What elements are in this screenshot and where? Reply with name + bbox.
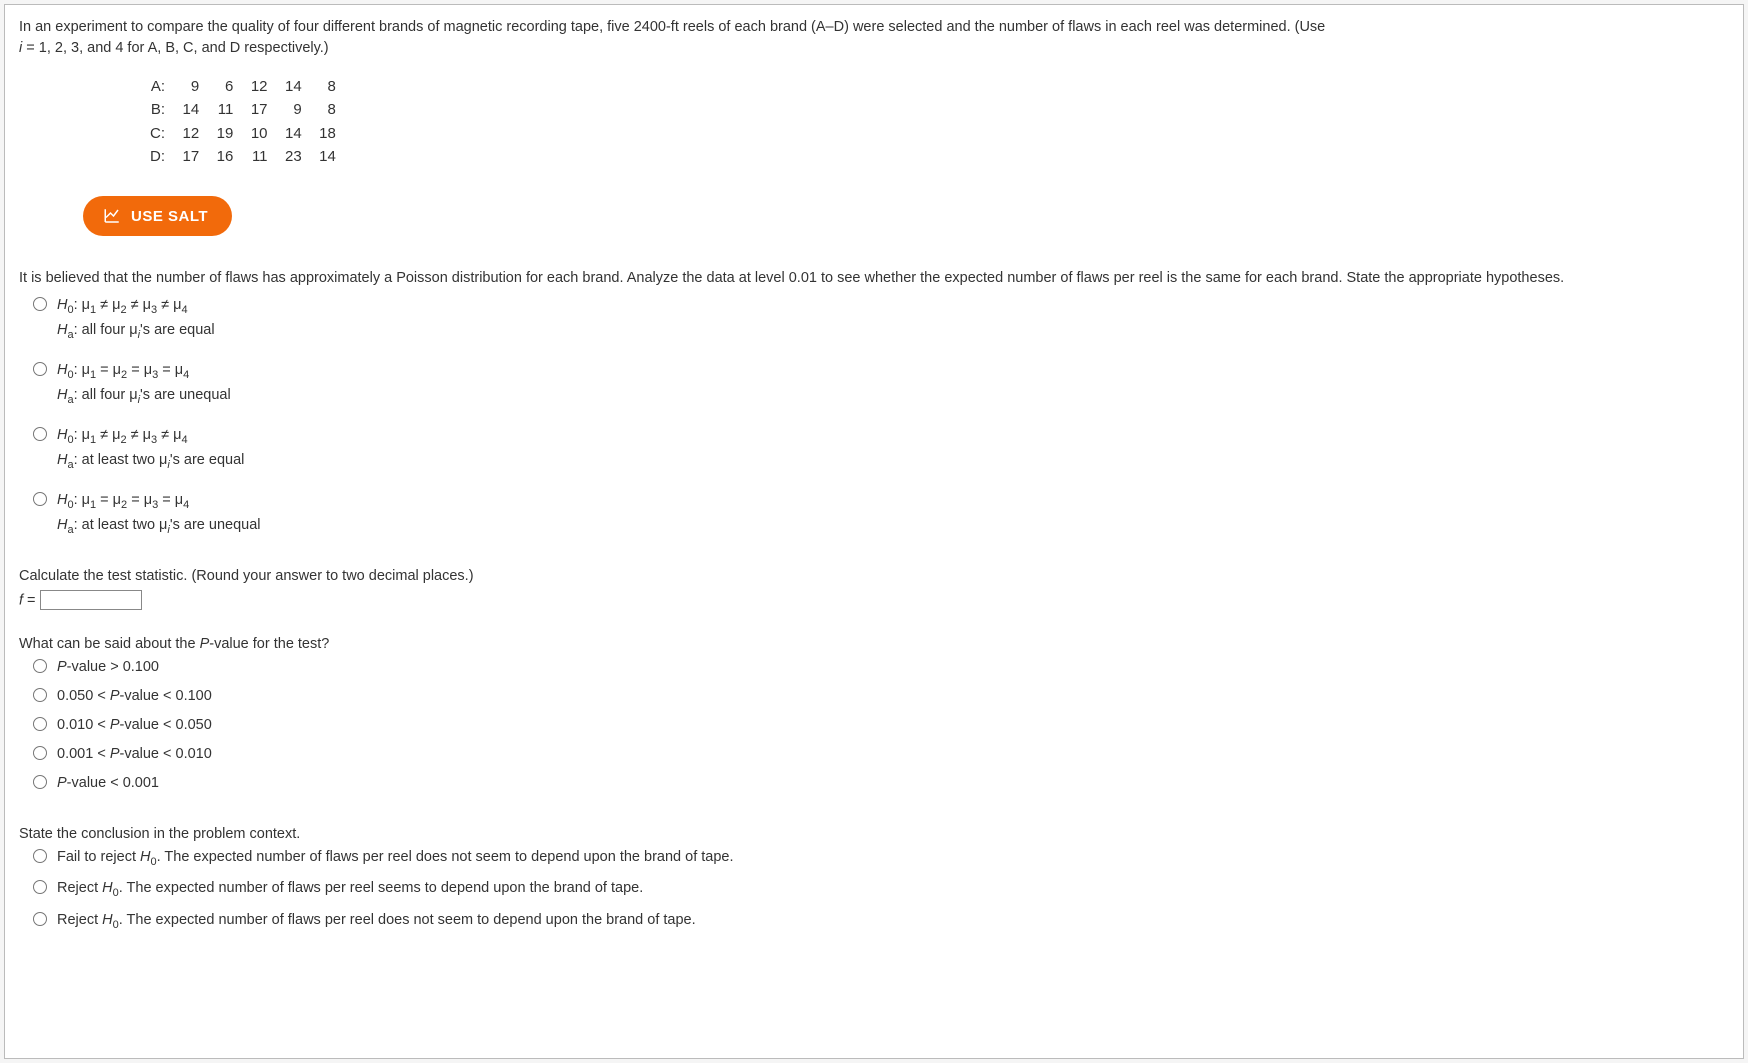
use-salt-label: USE SALT <box>131 208 208 225</box>
radio-input[interactable] <box>33 688 47 702</box>
radio-input[interactable] <box>33 717 47 731</box>
table-row: B: 14 11 17 9 8 <box>139 98 1729 121</box>
cell: 19 <box>203 122 233 145</box>
equals-sign: = <box>23 592 40 608</box>
belief-text: It is believed that the number of flaws … <box>19 268 1729 290</box>
cell: 14 <box>169 98 199 121</box>
pvalue-option-3[interactable]: 0.010 < P-value < 0.050 <box>33 714 1729 737</box>
cell: 8 <box>306 98 336 121</box>
row-label: C: <box>139 122 165 145</box>
row-label: B: <box>139 98 165 121</box>
option-text: H0: μ1 = μ2 = μ3 = μ4 Ha: all four μi's … <box>57 359 231 410</box>
conclusion-prompt: State the conclusion in the problem cont… <box>19 826 1729 842</box>
question-page: In an experiment to compare the quality … <box>4 4 1744 1059</box>
cell: 14 <box>272 75 302 98</box>
radio-input[interactable] <box>33 362 47 376</box>
use-salt-button[interactable]: USE SALT <box>83 196 232 236</box>
row-label: A: <box>139 75 165 98</box>
table-row: D: 17 16 11 23 14 <box>139 145 1729 168</box>
conclusion-option-2[interactable]: Reject H0. The expected number of flaws … <box>33 877 1729 902</box>
pvalue-option-1[interactable]: P-value > 0.100 <box>33 656 1729 679</box>
option-text: 0.050 < P-value < 0.100 <box>57 685 212 708</box>
cell: 8 <box>306 75 336 98</box>
radio-input[interactable] <box>33 659 47 673</box>
conclusion-option-3[interactable]: Reject H0. The expected number of flaws … <box>33 909 1729 934</box>
radio-input[interactable] <box>33 775 47 789</box>
cell: 17 <box>238 98 268 121</box>
cell: 18 <box>306 122 336 145</box>
option-text: P-value < 0.001 <box>57 772 159 795</box>
hypothesis-options: H0: μ1 ≠ μ2 ≠ μ3 ≠ μ4 Ha: all four μi's … <box>33 294 1729 540</box>
cell: 12 <box>238 75 268 98</box>
row-label: D: <box>139 145 165 168</box>
table-row: A: 9 6 12 14 8 <box>139 75 1729 98</box>
radio-input[interactable] <box>33 849 47 863</box>
cell: 17 <box>169 145 199 168</box>
pvalue-option-5[interactable]: P-value < 0.001 <box>33 772 1729 795</box>
pvalue-options: P-value > 0.100 0.050 < P-value < 0.100 … <box>33 656 1729 796</box>
teststat-input[interactable] <box>40 590 142 610</box>
option-text: P-value > 0.100 <box>57 656 159 679</box>
cell: 9 <box>169 75 199 98</box>
intro-text: In an experiment to compare the quality … <box>19 17 1729 59</box>
option-text: H0: μ1 ≠ μ2 ≠ μ3 ≠ μ4 Ha: at least two μ… <box>57 424 244 475</box>
cell: 14 <box>306 145 336 168</box>
table-row: C: 12 19 10 14 18 <box>139 122 1729 145</box>
cell: 10 <box>238 122 268 145</box>
cell: 6 <box>203 75 233 98</box>
hypothesis-option-2[interactable]: H0: μ1 = μ2 = μ3 = μ4 Ha: all four μi's … <box>33 359 1729 410</box>
radio-input[interactable] <box>33 912 47 926</box>
cell: 11 <box>203 98 233 121</box>
radio-input[interactable] <box>33 492 47 506</box>
hypothesis-option-3[interactable]: H0: μ1 ≠ μ2 ≠ μ3 ≠ μ4 Ha: at least two μ… <box>33 424 1729 475</box>
pvalue-prompt: What can be said about the P-value for t… <box>19 636 1729 652</box>
cell: 23 <box>272 145 302 168</box>
option-text: H0: μ1 = μ2 = μ3 = μ4 Ha: at least two μ… <box>57 489 261 540</box>
cell: 16 <box>203 145 233 168</box>
hypothesis-option-1[interactable]: H0: μ1 ≠ μ2 ≠ μ3 ≠ μ4 Ha: all four μi's … <box>33 294 1729 345</box>
radio-input[interactable] <box>33 880 47 894</box>
option-text: Fail to reject H0. The expected number o… <box>57 846 734 871</box>
option-text: H0: μ1 ≠ μ2 ≠ μ3 ≠ μ4 Ha: all four μi's … <box>57 294 215 345</box>
pvalue-block: What can be said about the P-value for t… <box>19 636 1729 796</box>
pvalue-option-2[interactable]: 0.050 < P-value < 0.100 <box>33 685 1729 708</box>
radio-input[interactable] <box>33 427 47 441</box>
teststat-input-row: f = <box>19 590 1729 610</box>
radio-input[interactable] <box>33 297 47 311</box>
radio-input[interactable] <box>33 746 47 760</box>
cell: 14 <box>272 122 302 145</box>
option-text: 0.010 < P-value < 0.050 <box>57 714 212 737</box>
teststat-block: Calculate the test statistic. (Round you… <box>19 568 1729 610</box>
hypothesis-option-4[interactable]: H0: μ1 = μ2 = μ3 = μ4 Ha: at least two μ… <box>33 489 1729 540</box>
intro-line1: In an experiment to compare the quality … <box>19 19 1325 35</box>
intro-line2: = 1, 2, 3, and 4 for A, B, C, and D resp… <box>22 40 328 56</box>
conclusion-options: Fail to reject H0. The expected number o… <box>33 846 1729 934</box>
conclusion-block: State the conclusion in the problem cont… <box>19 826 1729 934</box>
pvalue-option-4[interactable]: 0.001 < P-value < 0.010 <box>33 743 1729 766</box>
option-text: 0.001 < P-value < 0.010 <box>57 743 212 766</box>
cell: 9 <box>272 98 302 121</box>
option-text: Reject H0. The expected number of flaws … <box>57 909 696 934</box>
conclusion-option-1[interactable]: Fail to reject H0. The expected number o… <box>33 846 1729 871</box>
cell: 12 <box>169 122 199 145</box>
data-table: A: 9 6 12 14 8 B: 14 11 17 9 8 C: 12 19 … <box>139 75 1729 168</box>
option-text: Reject H0. The expected number of flaws … <box>57 877 643 902</box>
chart-icon <box>103 207 121 225</box>
cell: 11 <box>238 145 268 168</box>
teststat-prompt: Calculate the test statistic. (Round you… <box>19 568 1729 584</box>
